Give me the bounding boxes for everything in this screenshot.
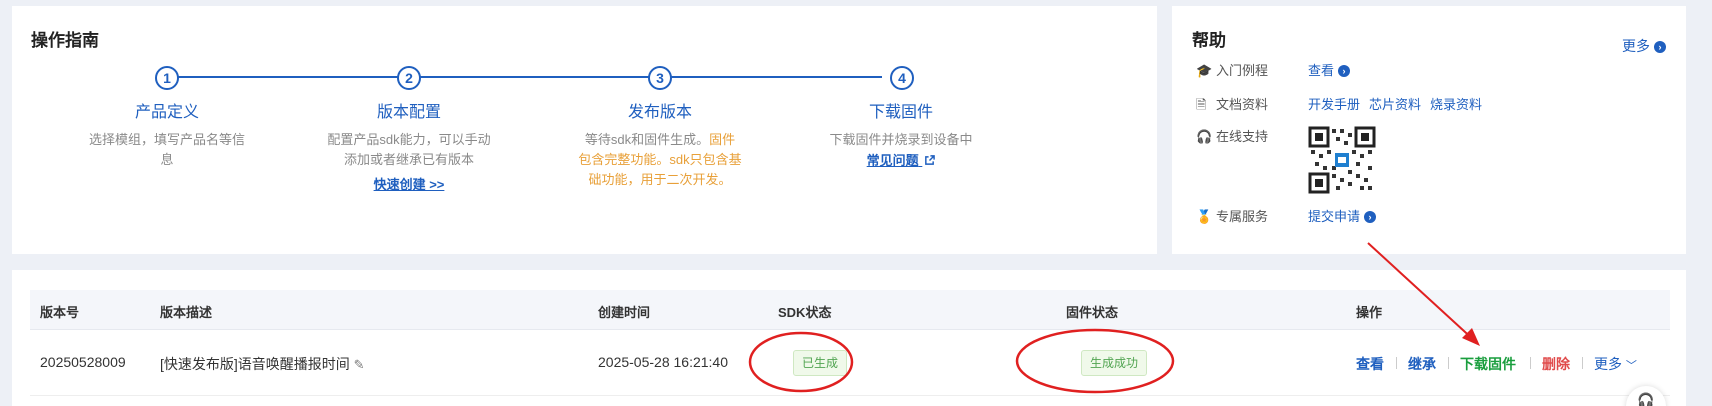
submit-application-link[interactable]: 提交申请 › [1308,209,1377,224]
external-link-icon [925,155,936,165]
graduation-cap-icon: 🎓 [1196,63,1213,78]
headset-icon: 🎧 [1637,392,1655,406]
more-actions-label: 更多 [1594,356,1622,372]
more-actions-dropdown[interactable]: 更多 ﹀ [1594,354,1637,374]
step-1-desc-line: 选择模组，填写产品名等信 [88,132,245,147]
operation-guide-card: 操作指南 1 2 3 4 产品定义 选择模组，填写产品名等信 息 版本配置 配置… [12,6,1157,254]
version-number: 20250528009 [40,354,126,370]
action-divider [1582,357,1583,369]
help-row-docs: 🗎 文档资料 [1196,94,1268,118]
medal-icon: 🏅 [1196,209,1213,224]
tutorial-view-label: 查看 [1308,63,1335,78]
col-firmware-status-header: 固件状态 [1066,305,1119,320]
quick-create-link[interactable]: 快速创建 >> [374,174,445,193]
col-version-header: 版本号 [40,305,80,320]
version-table-card: 版本号 版本描述 创建时间 SDK状态 固件状态 操作 20250528009 … [12,270,1686,406]
table-header: 版本号 版本描述 创建时间 SDK状态 固件状态 操作 [30,290,1670,330]
help-row-label: 在线支持 [1216,129,1269,144]
dev-manual-link[interactable]: 开发手册 [1308,97,1360,112]
inherit-button[interactable]: 继承 [1408,354,1436,374]
step-1: 产品定义 选择模组，填写产品名等信 息 [78,98,256,170]
step-3: 发布版本 等待sdk和固件生成。固件 包含完整功能。sdk只包含基 础功能，用于… [571,98,749,190]
support-qr-code [1308,126,1376,194]
created-time: 2025-05-28 16:21:40 [598,354,728,370]
step-4-title: 下载固件 [868,104,933,121]
step-3-desc-warning: 础功能，用于二次开发。 [588,172,732,187]
guide-title: 操作指南 [31,31,99,50]
step-2: 版本配置 配置产品sdk能力，可以手动 添加或者继承已有版本 快速创建 >> [320,98,498,194]
edit-pencil-icon[interactable]: ✎ [354,357,365,372]
help-row-online-support: 🎧 在线支持 [1196,126,1268,145]
sdk-status-badge: 已生成 [793,350,848,376]
step-2-desc: 配置产品sdk能力，可以手动 添加或者继承已有版本 [320,130,498,170]
step-4-desc-line: 下载固件并烧录到设备中 [829,132,973,147]
help-service-links: 提交申请 › [1308,206,1385,225]
step-4-desc: 下载固件并烧录到设备中 [812,130,990,150]
headset-icon: 🎧 [1196,129,1213,144]
col-description-header: 版本描述 [160,305,213,320]
col-actions-header: 操作 [1356,305,1383,320]
firmware-status-badge: 生成成功 [1081,350,1148,376]
help-tutorial-links: 查看 › [1308,60,1359,79]
help-card: 帮助 更多 › 🎓 入门例程 查看 › 🗎 文档资料 开发手册 芯片资料 烧录资料 🎧 在线支… [1172,6,1686,254]
help-more-link[interactable]: 更多 › [1622,36,1666,56]
tutorial-view-link[interactable]: 查看 › [1308,63,1351,78]
step-3-title: 发布版本 [627,104,692,121]
version-description-text: [快速发布版]语音唤醒播报时间 [160,356,350,372]
faq-link[interactable]: 常见问题 [867,150,936,169]
step-4: 下载固件 下载固件并烧录到设备中 常见问题 [812,98,990,170]
help-row-label: 文档资料 [1216,97,1269,112]
step-connector-line [167,76,882,78]
help-title: 帮助 [1192,31,1226,50]
col-created-header: 创建时间 [598,305,651,320]
delete-button[interactable]: 删除 [1542,354,1570,374]
flash-docs-link[interactable]: 烧录资料 [1430,97,1482,112]
help-row-label: 专属服务 [1216,209,1269,224]
chevron-right-icon: › [1364,211,1377,223]
step-3-desc: 等待sdk和固件生成。固件 包含完整功能。sdk只包含基 础功能，用于二次开发。 [571,130,749,190]
step-2-circle: 2 [397,66,421,90]
step-3-desc-warning: 包含完整功能。sdk只包含基 [578,152,742,167]
help-docs-links: 开发手册 芯片资料 烧录资料 [1308,94,1491,113]
step-3-circle: 3 [648,66,672,90]
step-4-circle: 4 [890,66,914,90]
step-3-desc-warning: 固件 [709,132,736,147]
chevron-right-icon: › [1654,41,1666,53]
chip-docs-link[interactable]: 芯片资料 [1369,97,1421,112]
help-more-label: 更多 [1622,38,1650,54]
version-description: [快速发布版]语音唤醒播报时间 ✎ [160,354,365,374]
view-button[interactable]: 查看 [1356,354,1384,374]
step-2-title: 版本配置 [376,104,441,121]
step-1-circle: 1 [155,66,179,90]
step-3-desc-plain: 等待sdk和固件生成。 [584,132,710,147]
submit-application-label: 提交申请 [1308,209,1361,224]
chevron-right-icon: › [1338,65,1351,77]
action-divider [1396,357,1397,369]
step-1-title: 产品定义 [134,104,199,121]
chevron-down-icon: ﹀ [1625,360,1637,372]
action-divider [1448,357,1449,369]
document-icon: 🗎 [1196,97,1207,112]
help-row-label: 入门例程 [1216,63,1269,78]
step-1-desc: 选择模组，填写产品名等信 息 [78,130,256,170]
help-row-tutorial: 🎓 入门例程 [1196,60,1268,79]
download-firmware-button[interactable]: 下载固件 [1460,354,1516,374]
step-2-desc-line: 添加或者继承已有版本 [343,152,474,167]
faq-link-label: 常见问题 [866,153,919,168]
step-2-desc-line: 配置产品sdk能力，可以手动 [327,132,491,147]
help-row-exclusive-service: 🏅 专属服务 [1196,206,1268,225]
table-row[interactable]: 20250528009 [快速发布版]语音唤醒播报时间 ✎ 2025-05-28… [30,330,1670,396]
action-divider [1530,357,1531,369]
col-sdk-status-header: SDK状态 [778,305,832,320]
step-1-desc-line: 息 [160,152,174,167]
